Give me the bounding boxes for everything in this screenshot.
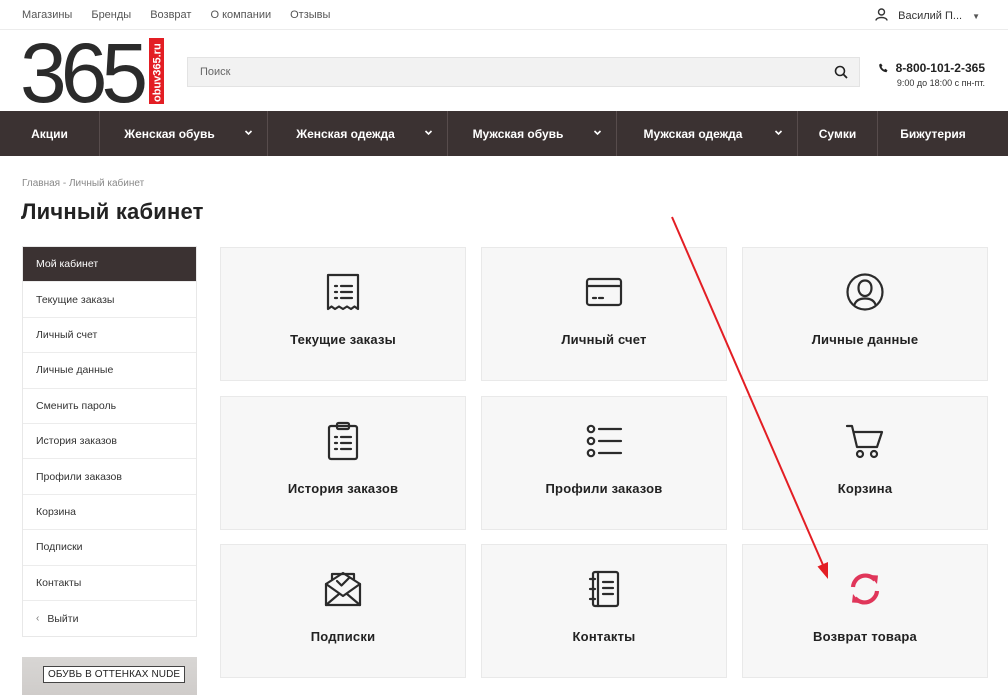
chevron-down-icon	[593, 130, 602, 136]
sidebar-item-current-orders[interactable]: Текущие заказы	[23, 282, 196, 318]
chevron-down-icon	[244, 130, 253, 136]
top-link-reviews[interactable]: Отзывы	[290, 9, 330, 21]
sidebar-item-order-profiles[interactable]: Профили заказов	[23, 459, 196, 495]
sidebar-item-my-account[interactable]: Мой кабинет	[23, 247, 196, 283]
user-icon	[875, 8, 888, 24]
tile-label: Личный счет	[561, 332, 647, 347]
promo-banner-label: ОБУВЬ В ОТТЕНКАХ NUDE	[43, 666, 186, 683]
nav-item-sale[interactable]: Акции	[0, 111, 100, 156]
site-logo[interactable]: 365 obuv365.ru	[20, 26, 167, 120]
top-link-returns[interactable]: Возврат	[150, 9, 191, 21]
nav-item-men-shoes[interactable]: Мужская обувь	[448, 111, 617, 156]
tile-order-history[interactable]: История заказов	[220, 396, 466, 530]
chevron-down-icon	[774, 130, 783, 136]
sidebar-item-cart[interactable]: Корзина	[23, 494, 196, 531]
tile-product-return[interactable]: Возврат товара	[742, 544, 988, 678]
sidebar-item-order-history[interactable]: История заказов	[23, 423, 196, 460]
breadcrumb-current: Личный кабинет	[68, 178, 145, 189]
sidebar-item-contacts[interactable]: Контакты	[23, 565, 196, 601]
nav-item-men-clothing[interactable]: Мужская одежда	[617, 111, 798, 156]
nav-item-bags[interactable]: Сумки	[798, 111, 878, 156]
receipt-icon	[221, 272, 465, 312]
top-link-stores[interactable]: Магазины	[22, 9, 72, 21]
top-link-brands[interactable]: Бренды	[91, 9, 131, 21]
sidebar-item-personal-account[interactable]: Личный счет	[23, 317, 196, 354]
user-name: Василий П...	[898, 10, 963, 22]
tile-label: Личные данные	[811, 332, 919, 347]
tile-label: Возврат товара	[813, 629, 917, 644]
notebook-icon	[482, 569, 726, 609]
tile-personal-data[interactable]: Личные данные	[742, 247, 988, 381]
phone-number[interactable]: 8-800-101-2-365	[878, 61, 985, 75]
tile-order-profiles[interactable]: Профили заказов	[481, 396, 727, 530]
nav-item-jewelry[interactable]: Бижутерия	[878, 111, 988, 156]
sidebar-item-subscriptions[interactable]: Подписки	[23, 530, 196, 566]
search-icon[interactable]	[823, 58, 859, 86]
work-hours: 9:00 до 18:00 с пн-пт.	[896, 78, 985, 88]
logo-digits: 365	[22, 36, 145, 106]
tile-label: Корзина	[837, 481, 893, 496]
top-bar: Магазины Бренды Возврат О компании Отзыв…	[0, 0, 1008, 30]
envelope-check-icon	[221, 569, 465, 609]
clipboard-icon	[221, 421, 465, 461]
main-nav: Акции Женская обувь Женская одежда Мужск…	[0, 111, 1008, 156]
refresh-icon	[743, 569, 987, 609]
nav-item-women-clothing[interactable]: Женская одежда	[268, 111, 448, 156]
search-bar	[187, 57, 860, 87]
top-links: Магазины Бренды Возврат О компании Отзыв…	[22, 9, 349, 21]
page-title: Личный кабинет	[21, 199, 204, 224]
account-sidebar: Мой кабинет Текущие заказы Личный счет Л…	[22, 246, 197, 638]
user-menu[interactable]: Василий П... ▼	[875, 8, 980, 24]
tile-label: Подписки	[310, 629, 376, 644]
chevron-down-icon	[424, 130, 433, 136]
nav-item-women-shoes[interactable]: Женская обувь	[100, 111, 268, 156]
caret-down-icon: ▼	[972, 11, 980, 21]
breadcrumb-home[interactable]: Главная	[22, 178, 60, 189]
tile-subscriptions[interactable]: Подписки	[220, 544, 466, 678]
chevron-left-icon: ‹	[36, 613, 40, 625]
tile-personal-account[interactable]: Личный счет	[481, 247, 727, 381]
sidebar-item-change-password[interactable]: Сменить пароль	[23, 388, 196, 424]
tile-label: Текущие заказы	[290, 332, 396, 347]
tile-label: Контакты	[572, 629, 636, 644]
tile-label: История заказов	[287, 481, 399, 496]
top-link-about[interactable]: О компании	[210, 9, 271, 21]
sidebar-item-logout[interactable]: ‹ Выйти	[23, 600, 196, 637]
breadcrumb-separator: -	[62, 178, 67, 189]
contact-info: 8-800-101-2-365 9:00 до 18:00 с пн-пт.	[878, 61, 985, 88]
user-circle-icon	[743, 272, 987, 312]
logo-site: obuv365.ru	[152, 43, 164, 102]
search-input[interactable]	[188, 58, 823, 86]
list-icon	[482, 421, 726, 461]
sidebar-item-personal-data[interactable]: Личные данные	[23, 353, 196, 389]
tile-contacts[interactable]: Контакты	[481, 544, 727, 678]
account-tiles: Текущие заказы Личный счет Личные данные	[220, 247, 988, 695]
tile-current-orders[interactable]: Текущие заказы	[220, 247, 466, 381]
phone-icon	[878, 63, 888, 73]
tile-label: Профили заказов	[545, 481, 663, 496]
tile-cart[interactable]: Корзина	[742, 396, 988, 530]
promo-banner[interactable]: ОБУВЬ В ОТТЕНКАХ NUDE	[22, 657, 197, 695]
logout-label: Выйти	[47, 612, 79, 625]
credit-card-icon	[482, 272, 726, 312]
breadcrumb: Главная - Личный кабинет	[22, 178, 144, 189]
cart-icon	[743, 421, 987, 461]
